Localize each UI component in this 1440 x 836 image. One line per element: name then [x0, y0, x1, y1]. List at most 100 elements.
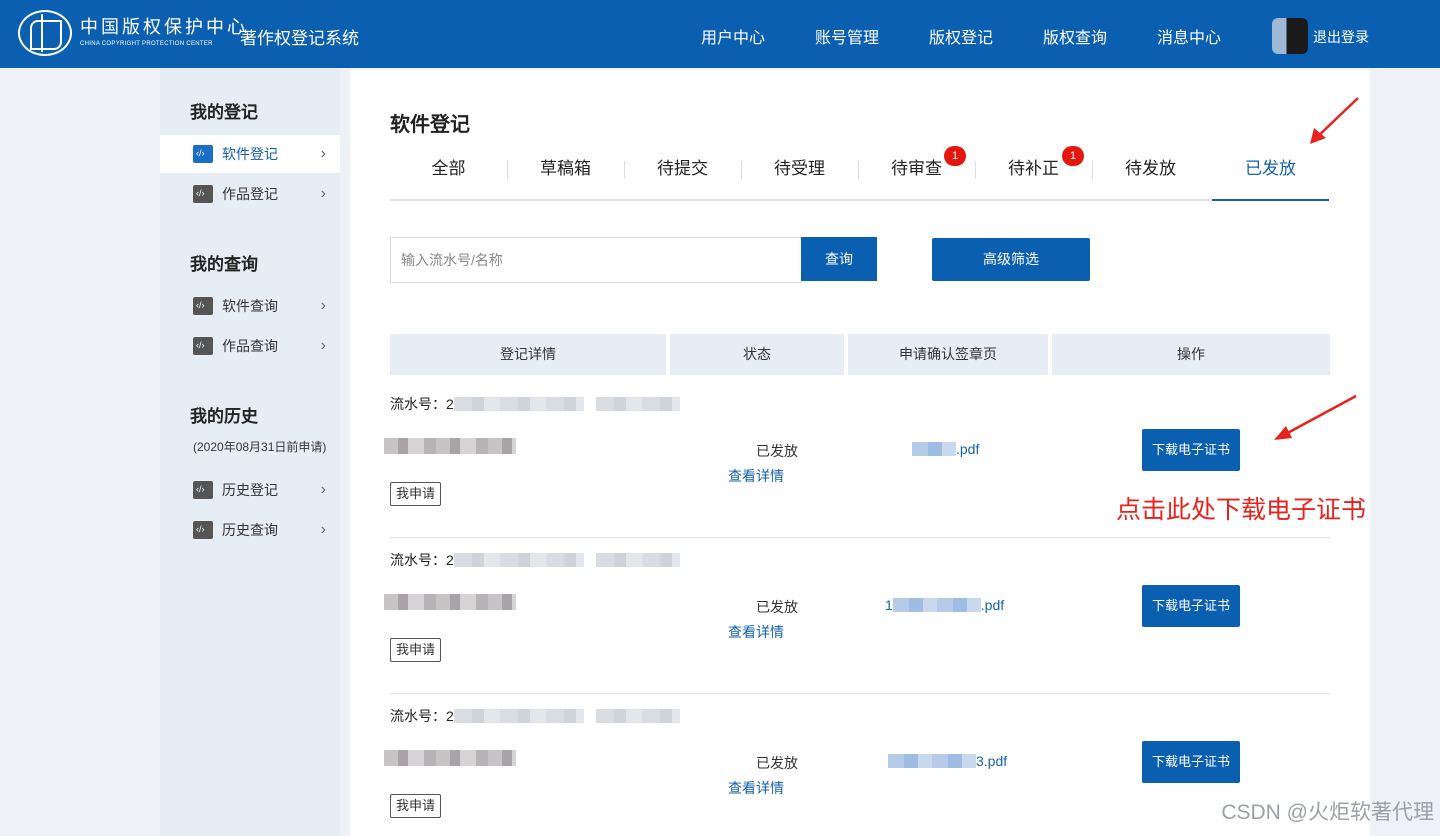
- search-input[interactable]: [390, 237, 802, 283]
- sidebar-section-my-history: 我的历史: [190, 407, 258, 426]
- annotation-text: 点击此处下载电子证书: [1116, 496, 1367, 524]
- sidebar-item-label: 软件查询: [222, 298, 278, 314]
- chevron-right-icon: ›: [320, 337, 326, 354]
- redacted-serial: [453, 553, 584, 567]
- code-file-icon: [193, 145, 213, 163]
- status-text: 已发放: [756, 755, 798, 771]
- tab-label: 待审查: [891, 159, 942, 178]
- sidebar-item-work-query[interactable]: 作品查询 ›: [160, 327, 340, 365]
- serial-number: 流水号：2: [390, 394, 680, 414]
- code-file-icon: [193, 297, 213, 315]
- view-details-link[interactable]: 查看详情: [728, 778, 784, 798]
- sidebar-item-history-query[interactable]: 历史查询 ›: [160, 511, 340, 549]
- document-icon: [193, 185, 213, 203]
- main-panel: 软件登记 全部 草稿箱 待提交 待受理 待审查 1 待补正 1 待发放 已发放 …: [350, 70, 1370, 836]
- notification-badge: 1: [1062, 146, 1084, 166]
- tab-pending-correction[interactable]: 待补正 1: [975, 146, 1092, 201]
- redacted-serial: [595, 709, 680, 723]
- tab-pending-review[interactable]: 待审查 1: [858, 146, 975, 201]
- pdf-link[interactable]: .pdf: [912, 441, 979, 457]
- tab-pending-accept[interactable]: 待受理: [741, 154, 858, 201]
- sidebar-section-my-registration: 我的登记: [190, 103, 258, 122]
- document-icon: [193, 337, 213, 355]
- redacted-software-name: [384, 750, 516, 766]
- status-tabs: 全部 草稿箱 待提交 待受理 待审查 1 待补正 1 待发放 已发放: [390, 146, 1329, 201]
- logo[interactable]: 中国版权保护中心 CHINA COPYRIGHT PROTECTION CENT…: [18, 10, 248, 56]
- redacted-serial: [453, 709, 584, 723]
- page-title: 软件登记: [390, 114, 470, 136]
- redacted-filename: [888, 754, 976, 768]
- sidebar-item-history-registration[interactable]: 历史登记 ›: [160, 471, 340, 509]
- sidebar-section-my-query: 我的查询: [190, 255, 258, 274]
- sidebar: 我的登记 软件登记 › 作品登记 › 我的查询 软件查询 › 作品查询 › 我的…: [160, 68, 340, 836]
- logo-english-text: CHINA COPYRIGHT PROTECTION CENTER: [80, 41, 213, 47]
- serial-number: 流水号：2: [390, 550, 680, 570]
- download-certificate-button[interactable]: 下载电子证书: [1142, 741, 1240, 783]
- annotation-arrow-icon: [1274, 394, 1357, 440]
- chevron-right-icon: ›: [320, 521, 326, 538]
- top-header: 中国版权保护中心 CHINA COPYRIGHT PROTECTION CENT…: [0, 0, 1440, 68]
- status-text: 已发放: [756, 443, 798, 459]
- download-certificate-button[interactable]: 下载电子证书: [1142, 429, 1240, 471]
- redacted-serial: [453, 397, 584, 411]
- advanced-filter-button[interactable]: 高级筛选: [932, 238, 1090, 281]
- tab-all[interactable]: 全部: [390, 154, 507, 201]
- table-header-status: 状态: [670, 334, 844, 375]
- sidebar-history-note: (2020年08月31日前申请): [193, 440, 327, 454]
- pdf-link[interactable]: 3.pdf: [888, 753, 1007, 769]
- table-row: 流水号：2 我申请 已发放 查看详情 1 .pdf 下载电子证书: [384, 538, 1330, 694]
- redacted-software-name: [384, 594, 516, 610]
- table-row: 流水号：2 我申请 已发放 查看详情 3.pdf 下载电子证书: [384, 694, 1330, 836]
- serial-number: 流水号：2: [390, 706, 680, 726]
- pdf-link[interactable]: 1 .pdf: [885, 597, 1004, 613]
- nav-account-management[interactable]: 账号管理: [815, 24, 879, 48]
- code-file-icon: [193, 481, 213, 499]
- nav-message-center[interactable]: 消息中心: [1157, 24, 1221, 48]
- download-certificate-button[interactable]: 下载电子证书: [1142, 585, 1240, 627]
- logo-mark-icon: [18, 10, 72, 56]
- tab-label: 待补正: [1008, 159, 1059, 178]
- redacted-serial: [595, 397, 680, 411]
- avatar[interactable]: [1272, 18, 1308, 54]
- code-file-icon: [193, 521, 213, 539]
- chevron-right-icon: ›: [320, 481, 326, 498]
- sidebar-item-label: 作品查询: [222, 338, 278, 354]
- annotation-arrow-icon: [1310, 97, 1359, 144]
- nav-copyright-registration[interactable]: 版权登记: [929, 24, 993, 48]
- redacted-serial: [595, 553, 680, 567]
- my-application-tag: 我申请: [390, 794, 442, 818]
- logo-chinese-text: 中国版权保护中心: [80, 17, 248, 38]
- view-details-link[interactable]: 查看详情: [728, 466, 784, 486]
- sidebar-item-label: 历史查询: [222, 522, 278, 538]
- nav-user-center[interactable]: 用户中心: [701, 24, 765, 48]
- sidebar-item-label: 软件登记: [222, 146, 278, 162]
- query-button[interactable]: 查询: [801, 237, 877, 281]
- tab-drafts[interactable]: 草稿箱: [507, 154, 624, 201]
- table-header-confirmation-page: 申请确认签章页: [848, 334, 1048, 375]
- notification-badge: 1: [944, 146, 966, 166]
- system-title: 著作权登记系统: [240, 29, 359, 48]
- tab-pending-issue[interactable]: 待发放: [1092, 154, 1209, 201]
- redacted-software-name: [384, 438, 516, 454]
- sidebar-item-label: 作品登记: [222, 186, 278, 202]
- sidebar-item-label: 历史登记: [222, 482, 278, 498]
- status-text: 已发放: [756, 599, 798, 615]
- sidebar-item-software-query[interactable]: 软件查询 ›: [160, 287, 340, 325]
- tab-pending-submit[interactable]: 待提交: [624, 154, 741, 201]
- table-header-actions: 操作: [1052, 334, 1330, 375]
- nav-copyright-query[interactable]: 版权查询: [1043, 24, 1107, 48]
- view-details-link[interactable]: 查看详情: [728, 622, 784, 642]
- watermark: CSDN @火炬软著代理: [1221, 801, 1434, 824]
- sidebar-item-software-registration[interactable]: 软件登记 ›: [160, 135, 340, 173]
- chevron-right-icon: ›: [320, 145, 326, 162]
- redacted-filename: [892, 598, 981, 612]
- redacted-filename: [912, 442, 956, 456]
- tab-issued[interactable]: 已发放: [1212, 154, 1329, 201]
- sidebar-item-work-registration[interactable]: 作品登记 ›: [160, 175, 340, 213]
- my-application-tag: 我申请: [390, 482, 442, 506]
- table-header-details: 登记详情: [390, 334, 666, 375]
- my-application-tag: 我申请: [390, 638, 442, 662]
- chevron-right-icon: ›: [320, 297, 326, 314]
- logout-link[interactable]: 退出登录: [1313, 27, 1369, 47]
- chevron-right-icon: ›: [320, 185, 326, 202]
